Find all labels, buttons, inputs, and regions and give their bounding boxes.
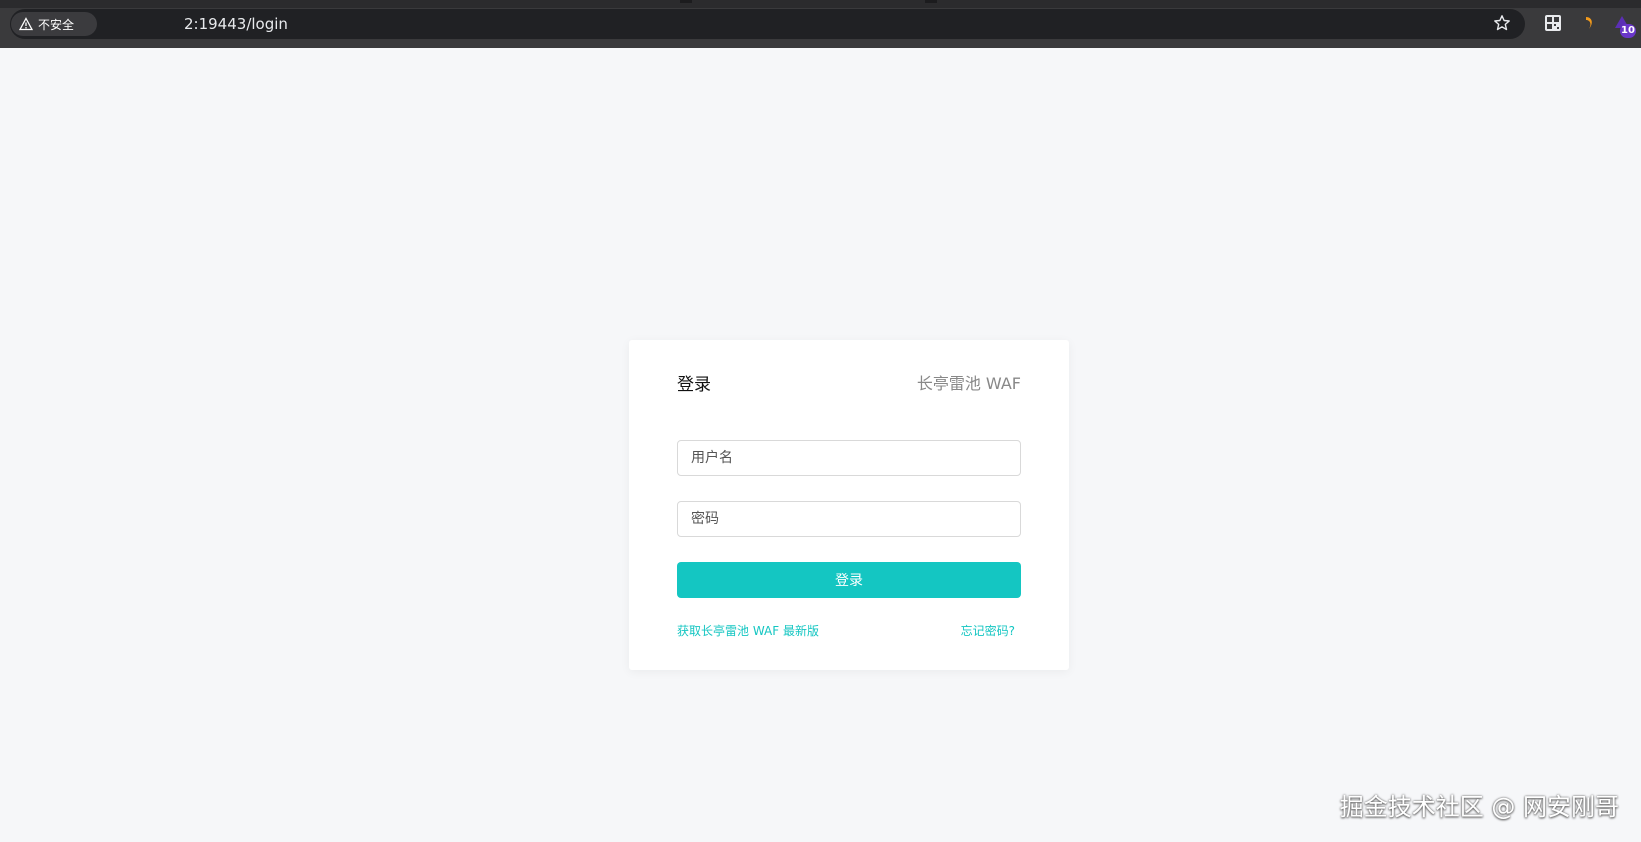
qr-code-icon[interactable] — [1544, 14, 1562, 32]
forgot-password-link[interactable]: 忘记密码? — [961, 622, 1015, 639]
login-title: 登录 — [677, 375, 711, 395]
orange-extension-icon[interactable] — [1580, 14, 1598, 32]
get-latest-link[interactable]: 获取长亭雷池 WAF 最新版 — [677, 622, 819, 639]
security-indicator[interactable]: 不安全 — [11, 12, 97, 36]
username-input[interactable] — [678, 441, 1020, 475]
login-card: 登录 长亭雷池 WAF 登录 获取长亭雷池 WAF 最新版 忘记密码? — [629, 340, 1069, 670]
url-text[interactable]: 2:19443/login — [184, 15, 288, 33]
star-icon[interactable] — [1493, 14, 1511, 32]
browser-toolbar: 不安全 2:19443/login 10 — [0, 0, 1641, 48]
warning-icon — [19, 17, 33, 31]
brand-name: 长亭雷池 WAF — [916, 374, 1021, 393]
purple-extension-icon[interactable]: 10 — [1612, 12, 1638, 38]
password-input[interactable] — [678, 502, 1020, 536]
password-field[interactable] — [677, 501, 1021, 537]
login-button[interactable]: 登录 — [677, 562, 1021, 598]
watermark: 掘金技术社区 @ 网安刚哥 — [1339, 793, 1619, 821]
security-label: 不安全 — [38, 17, 75, 32]
tab-strip — [0, 0, 1641, 8]
username-field[interactable] — [677, 440, 1021, 476]
extension-badge: 10 — [1620, 24, 1636, 38]
